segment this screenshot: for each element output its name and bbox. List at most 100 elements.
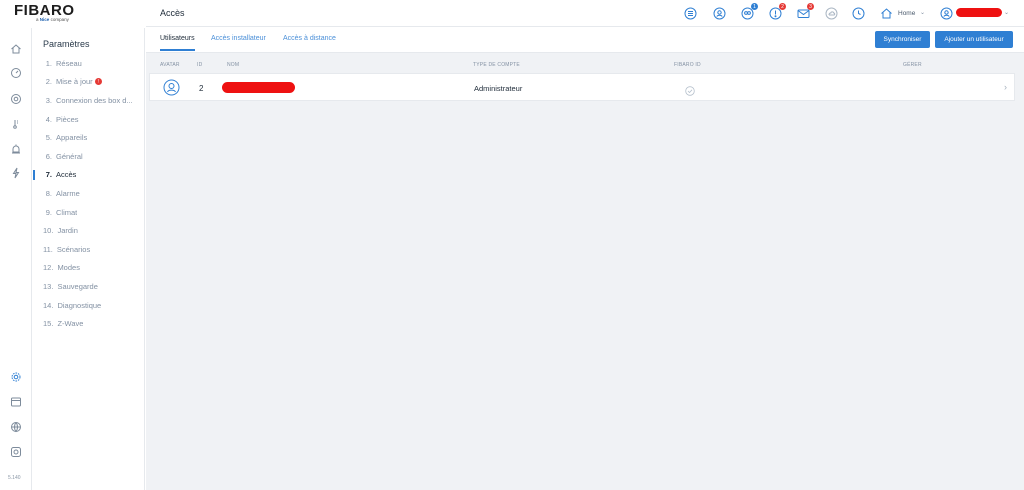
users-group-icon[interactable]: 1 bbox=[740, 3, 758, 20]
notifications-count-badge: 2 bbox=[779, 3, 786, 10]
logo-tagline-brand: Nice bbox=[39, 17, 50, 22]
menu-item-modes[interactable]: 12. Modes bbox=[33, 259, 145, 278]
account-type-cell: Administrateur bbox=[474, 84, 523, 93]
menu-item-label: Climat bbox=[56, 207, 78, 217]
settings-menu-list: 1. Réseau 2. Mise à jour! 3. Connexion des … bbox=[33, 54, 145, 333]
settings-gear-icon[interactable] bbox=[9, 370, 23, 384]
table-row[interactable]: 2 Administrateur › bbox=[149, 73, 1015, 101]
climate-thermometer-icon[interactable] bbox=[9, 117, 23, 131]
column-header-name: NOM bbox=[227, 62, 240, 68]
table-header: AVATAR ID NOM TYPE DE COMPTE FIBARO ID G… bbox=[149, 59, 1015, 71]
app-window: FIBARO a Nice company 5.140 Paramètres 1… bbox=[0, 0, 1024, 490]
menu-item-sauvegarde[interactable]: 13. Sauvegarde bbox=[33, 277, 145, 296]
menu-item-label: Sauvegarde bbox=[57, 281, 98, 291]
menu-item-number: 1. bbox=[45, 58, 52, 68]
tab-acces-installateur[interactable]: Accès installateur bbox=[211, 35, 266, 42]
fibaro-logo[interactable]: FIBARO a Nice company bbox=[0, 0, 90, 26]
update-alert-badge: ! bbox=[94, 78, 102, 86]
menu-item-number: 12. bbox=[43, 263, 54, 273]
gateway-icon[interactable] bbox=[9, 445, 23, 459]
main-content: Utilisateurs Accès installateur Accès à … bbox=[146, 28, 1024, 490]
logo-tagline: a Nice company bbox=[36, 17, 69, 22]
menu-item-number: 11. bbox=[43, 244, 53, 254]
menu-item-appareils[interactable]: 5. Appareils bbox=[33, 128, 145, 147]
home-location-icon[interactable] bbox=[879, 6, 893, 20]
menu-item-connexion-box[interactable]: 3. Connexion des box d... bbox=[33, 91, 145, 110]
tab-acces-a-distance[interactable]: Accès à distance bbox=[283, 35, 336, 42]
logo-tagline-prefix: a bbox=[36, 17, 39, 22]
user-avatar-icon bbox=[163, 79, 180, 96]
panels-icon[interactable] bbox=[9, 395, 23, 409]
menu-item-acces[interactable]: 7. Accès bbox=[33, 166, 145, 185]
menu-item-label: Général bbox=[56, 151, 83, 161]
menu-item-scenarios[interactable]: 11. Scénarios bbox=[33, 240, 145, 259]
home-icon[interactable] bbox=[9, 42, 23, 56]
menu-item-label: Modes bbox=[57, 263, 80, 273]
menu-item-number: 2. bbox=[45, 77, 52, 87]
menu-item-label: Accès bbox=[56, 170, 77, 180]
devices-icon[interactable] bbox=[9, 92, 23, 106]
chevron-down-icon[interactable]: ⌄ bbox=[920, 9, 925, 16]
menu-item-number: 15. bbox=[43, 319, 54, 329]
user-profile-icon[interactable] bbox=[712, 6, 726, 20]
menu-item-number: 8. bbox=[45, 188, 52, 198]
menu-item-label: Pièces bbox=[56, 114, 79, 124]
menu-item-number: 4. bbox=[45, 114, 52, 124]
redacted-user-name bbox=[222, 82, 295, 93]
menu-item-pieces[interactable]: 4. Pièces bbox=[33, 110, 145, 129]
sync-button[interactable]: Synchroniser bbox=[875, 31, 930, 48]
dashboard-gauge-icon[interactable] bbox=[9, 66, 23, 80]
chevron-down-icon[interactable]: ⌄ bbox=[1004, 9, 1009, 16]
menu-item-label: Mise à jour bbox=[56, 77, 93, 87]
users-table: AVATAR ID NOM TYPE DE COMPTE FIBARO ID G… bbox=[149, 59, 1015, 101]
column-header-avatar: AVATAR bbox=[160, 62, 180, 68]
globe-icon[interactable] bbox=[9, 420, 23, 434]
redacted-username[interactable] bbox=[956, 8, 1002, 17]
menu-item-alarme[interactable]: 8. Alarme bbox=[33, 184, 145, 203]
chevron-right-icon[interactable]: › bbox=[1004, 82, 1007, 92]
menu-item-label: Scénarios bbox=[56, 244, 91, 254]
menu-item-number: 7. bbox=[45, 170, 52, 180]
settings-menu-title: Paramètres bbox=[43, 39, 90, 49]
menu-item-label: Réseau bbox=[56, 58, 82, 68]
messages-envelope-icon[interactable]: 3 bbox=[796, 3, 814, 20]
menu-item-mise-a-jour[interactable]: 2. Mise à jour! bbox=[33, 73, 145, 92]
menu-item-label: Connexion des box d... bbox=[56, 95, 133, 105]
menu-item-reseau[interactable]: 1. Réseau bbox=[33, 54, 145, 73]
menu-item-label: Alarme bbox=[56, 188, 80, 198]
column-header-fibaro-id: FIBARO ID bbox=[674, 62, 701, 68]
settings-menu: Paramètres 1. Réseau 2. Mise à jour! 3. Con… bbox=[33, 28, 145, 490]
page-title: Accès bbox=[160, 8, 185, 18]
weather-icon[interactable] bbox=[824, 6, 838, 20]
menu-item-general[interactable]: 6. Général bbox=[33, 147, 145, 166]
menu-item-number: 13. bbox=[43, 281, 54, 291]
menu-item-number: 5. bbox=[45, 133, 52, 143]
profiles-list-icon[interactable] bbox=[683, 6, 697, 20]
top-header: Accès 1 2 3 Home ⌄ ⌄ bbox=[146, 0, 1024, 27]
clock-icon[interactable] bbox=[851, 6, 865, 20]
menu-item-number: 6. bbox=[45, 151, 52, 161]
logo-tagline-suffix: company bbox=[50, 17, 69, 22]
menu-item-diagnostique[interactable]: 14. Diagnostique bbox=[33, 296, 145, 315]
tab-utilisateurs[interactable]: Utilisateurs bbox=[160, 35, 195, 51]
fibaro-id-check-icon bbox=[685, 83, 695, 96]
menu-item-climat[interactable]: 9. Climat bbox=[33, 203, 145, 222]
menu-item-number: 9. bbox=[45, 207, 52, 217]
column-header-manage: GÉRER bbox=[903, 62, 922, 68]
users-count-badge: 1 bbox=[751, 3, 758, 10]
menu-item-label: Jardin bbox=[57, 226, 78, 236]
menu-item-jardin[interactable]: 10. Jardin bbox=[33, 221, 145, 240]
menu-item-z-wave[interactable]: 15. Z-Wave bbox=[33, 314, 145, 333]
energy-bolt-icon[interactable] bbox=[9, 166, 23, 180]
alarm-icon[interactable] bbox=[9, 142, 23, 156]
menu-item-label: Appareils bbox=[56, 133, 88, 143]
add-user-button[interactable]: Ajouter un utilisateur bbox=[935, 31, 1013, 48]
account-avatar-icon[interactable] bbox=[939, 6, 953, 20]
home-selector-label[interactable]: Home bbox=[898, 10, 915, 17]
menu-item-number: 3. bbox=[45, 95, 52, 105]
icon-rail bbox=[0, 28, 32, 490]
notifications-icon[interactable]: 2 bbox=[768, 3, 786, 20]
menu-item-label: Diagnostique bbox=[57, 300, 102, 310]
version-label: 5.140 bbox=[8, 475, 21, 481]
access-tabs-bar: Utilisateurs Accès installateur Accès à … bbox=[146, 28, 1024, 53]
